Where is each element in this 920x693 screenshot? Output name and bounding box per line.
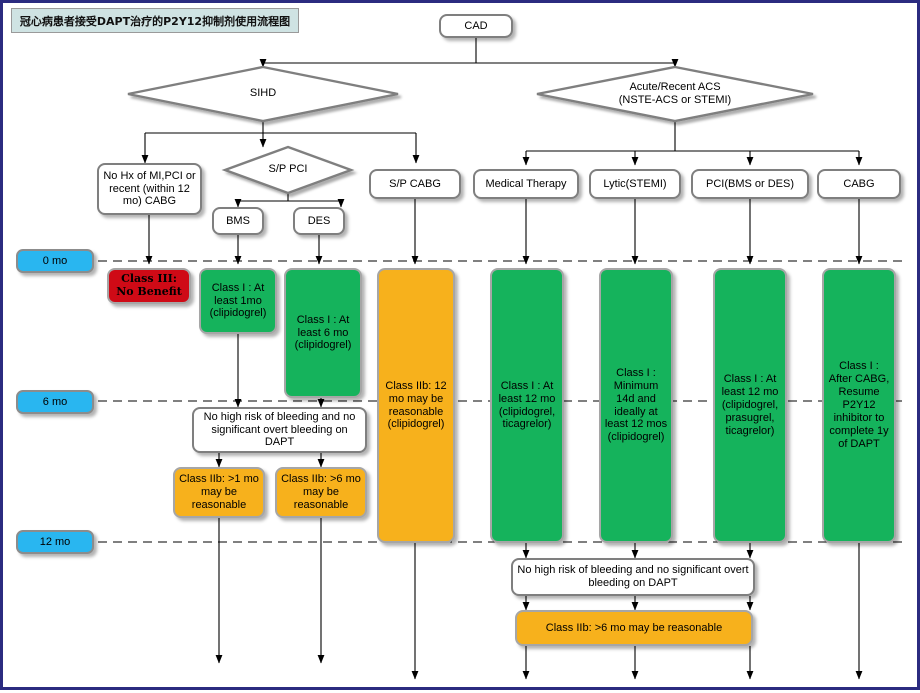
- node-lytic[interactable]: Lytic(STEMI): [589, 169, 681, 199]
- rec-cabg-sihd[interactable]: Class IIb: 12 mo may be reasonable (clip…: [377, 268, 455, 543]
- ext-des[interactable]: Class IIb: >6 mo may be reasonable: [275, 467, 367, 518]
- rec-des[interactable]: Class I : At least 6 mo (clipidogrel): [284, 268, 362, 398]
- flowchart-canvas: SIHD Acute/Recent ACS (NSTE-ACS or STEMI…: [0, 0, 920, 690]
- rec-lytic[interactable]: Class I : Minimum 14d and ideally at lea…: [599, 268, 673, 543]
- node-pci[interactable]: PCI(BMS or DES): [691, 169, 809, 199]
- node-bms[interactable]: BMS: [212, 207, 264, 235]
- page-title: 冠心病患者接受DAPT治疗的P2Y12抑制剂使用流程图: [11, 8, 299, 33]
- rec-cabg-acs[interactable]: Class I : After CABG, Resume P2Y12 inhib…: [822, 268, 896, 543]
- timeline-badge-12mo: 12 mo: [16, 530, 94, 554]
- node-no-hx[interactable]: No Hx of MI,PCI or recent (within 12 mo)…: [97, 163, 202, 215]
- rec-medical[interactable]: Class I : At least 12 mo (clipidogrel, t…: [490, 268, 564, 543]
- timeline-badge-6mo: 6 mo: [16, 390, 94, 414]
- decision-spci-label: S/P PCI: [268, 163, 308, 176]
- timeline-badge-0mo: 0 mo: [16, 249, 94, 273]
- node-sp-cabg[interactable]: S/P CABG: [369, 169, 461, 199]
- gate-bleeding-right[interactable]: No high risk of bleeding and no signific…: [511, 558, 755, 596]
- decision-acs-line2: (NSTE-ACS or STEMI): [618, 94, 732, 106]
- node-cad[interactable]: CAD: [439, 14, 513, 38]
- rec-no-hx[interactable]: Class III: No Benefit: [107, 268, 191, 304]
- ext-acs[interactable]: Class IIb: >6 mo may be reasonable: [515, 610, 753, 646]
- rec-pci[interactable]: Class I : At least 12 mo (clipidogrel, p…: [713, 268, 787, 543]
- node-medical-therapy[interactable]: Medical Therapy: [473, 169, 579, 199]
- decision-acs-line1: Acute/Recent ACS: [629, 80, 721, 93]
- decision-acs-label: Acute/Recent ACS (NSTE-ACS or STEMI): [590, 76, 760, 112]
- decision-sihd-label: SIHD: [249, 87, 277, 100]
- ext-bms[interactable]: Class IIb: >1 mo may be reasonable: [173, 467, 265, 518]
- gate-bleeding-left[interactable]: No high risk of bleeding and no signific…: [192, 407, 367, 453]
- node-cabg[interactable]: CABG: [817, 169, 901, 199]
- node-des[interactable]: DES: [293, 207, 345, 235]
- rec-bms[interactable]: Class I : At least 1mo (clipidogrel): [199, 268, 277, 334]
